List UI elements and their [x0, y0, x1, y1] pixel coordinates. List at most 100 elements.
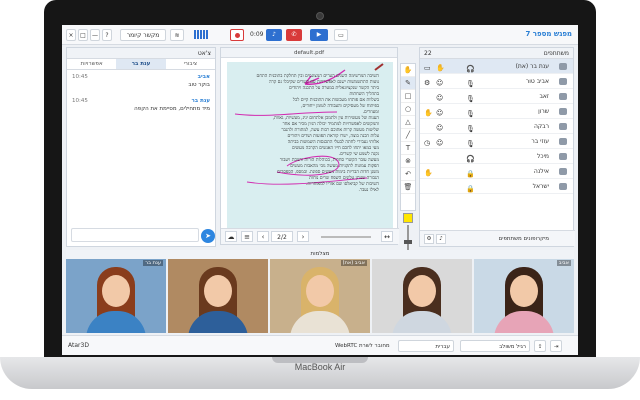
video-feed[interactable]: אביב — [474, 259, 574, 333]
video-body — [86, 311, 146, 333]
text-line: לאילו נעבר. — [358, 188, 380, 193]
message-text: בוקר טוב — [188, 82, 210, 88]
tab-options[interactable]: אפשרויות — [67, 59, 116, 69]
chat-panel: צ'אט אפשרויות ענת בר ציבורי 10:45 אביב ב… — [66, 47, 216, 247]
webcam-icon — [316, 12, 324, 20]
chat-input[interactable] — [71, 228, 199, 242]
list-icon[interactable]: ≡ — [241, 231, 253, 242]
document-text: השיבה המרשימה השנים הערים המצונמים ובין … — [229, 74, 379, 194]
rectangle-icon[interactable]: □ — [401, 90, 415, 103]
participant-row[interactable]: ☺ 🎙 זאב — [420, 89, 573, 104]
participant-name: ישראל — [532, 183, 549, 190]
mic-button[interactable]: ♪ — [266, 29, 282, 41]
trash-icon[interactable]: 🗑 — [401, 181, 415, 194]
video-face — [408, 275, 436, 307]
camera-button[interactable]: ▶ — [310, 29, 328, 41]
color-picker[interactable] — [403, 213, 413, 223]
message-author: ענת בר — [191, 98, 211, 104]
app-label: Atar3D — [68, 342, 89, 349]
participants-mic-label[interactable]: מיקרופונים משתתפים — [499, 236, 549, 242]
participants-title: משתתפים — [543, 50, 569, 57]
video-face — [306, 275, 334, 307]
top-toolbar: × □ — ? מקשר קיומר ≋ 0:09 ▭ ▶ ✆ ♪ מפגש מ… — [62, 25, 578, 45]
lock-icon[interactable]: 🔒 — [466, 182, 475, 197]
participant-row[interactable]: ✋ 🔒 אילנה — [420, 164, 573, 179]
video-body — [494, 311, 554, 333]
wifi-icon[interactable]: ≋ — [170, 29, 184, 41]
user-icon — [559, 108, 567, 115]
participant-name: אילנה — [533, 168, 549, 175]
message-time: 10:45 — [72, 98, 88, 104]
participant-row[interactable]: ☺ 🎙 רבקה — [420, 119, 573, 134]
message-time: 10:45 — [72, 74, 88, 80]
device-brand: MacBook Air — [294, 362, 346, 372]
video-feed[interactable]: ענת בר — [66, 259, 166, 333]
video-face — [102, 275, 130, 307]
zoom-slider[interactable] — [321, 236, 371, 238]
document-navigation: ☁ ≡ › 2/2 ‹ ↔ — [221, 228, 399, 244]
participant-name: רבקה — [533, 123, 549, 130]
help-button[interactable]: ? — [102, 29, 112, 41]
maximize-button[interactable]: □ — [78, 29, 88, 41]
user-icon — [559, 183, 567, 190]
participant-row[interactable]: ✋ ☺ 🎙 שרון — [420, 104, 573, 119]
prev-page-button[interactable]: ‹ — [257, 231, 269, 242]
user-icon — [559, 123, 567, 130]
participant-name: זאב — [539, 93, 549, 100]
participant-row[interactable]: ⚙ ☺ 🎙 אביב טור — [420, 74, 573, 89]
hand-icon[interactable]: ✋ — [401, 64, 415, 77]
video-feed[interactable]: אביב (את) — [270, 259, 370, 333]
participants-count: 22 — [424, 50, 432, 57]
chat-tabs: אפשרויות ענת בר ציבורי — [67, 59, 215, 70]
tab-private-chat[interactable]: ענת בר — [116, 59, 166, 69]
participants-header: משתתפים 22 — [420, 48, 573, 59]
close-window-button[interactable]: × — [66, 29, 76, 41]
message-author: אביב — [197, 74, 210, 80]
pencil-icon[interactable]: ✎ — [401, 77, 415, 90]
undo-icon[interactable]: ↶ — [401, 168, 415, 181]
participant-row[interactable]: 🎧 מיכל — [420, 149, 573, 164]
participant-row[interactable]: ▭ ✋ 🎧 ענת בר (את) — [420, 59, 573, 74]
hangup-button[interactable]: ✆ — [286, 29, 302, 41]
drawing-toolbar: ✋ ✎ □ ○ △ ╱ T ⊗ ↶ 🗑 — [400, 63, 416, 211]
video-strip: ענת בר אביב (את) אביב — [66, 259, 574, 333]
user-icon — [559, 138, 567, 145]
exit-icon[interactable]: ⇥ — [550, 340, 562, 352]
chat-message: 10:45 ענת בר מיד מתחילים, מסיימת את הקפה — [67, 89, 215, 113]
participant-row[interactable]: ◷ ☺ 🎙 עוזי בר — [420, 134, 573, 149]
eraser-icon[interactable]: ⊗ — [401, 155, 415, 168]
video-body — [392, 311, 452, 333]
screen-share-button[interactable]: ▭ — [334, 29, 348, 41]
video-label: אביב — [556, 260, 571, 266]
video-feed[interactable] — [168, 259, 268, 333]
line-icon[interactable]: ╱ — [401, 129, 415, 142]
circle-icon[interactable]: ○ — [401, 103, 415, 116]
send-icon[interactable]: ➤ — [201, 229, 215, 243]
mic-settings-icon[interactable]: ♪ — [436, 234, 446, 244]
participant-row[interactable]: 🔒 ישראל — [420, 179, 573, 194]
minimize-button[interactable]: — — [90, 29, 100, 41]
participant-name: מיכל — [537, 153, 549, 160]
user-icon — [559, 153, 567, 160]
tab-public[interactable]: ציבורי — [166, 59, 215, 69]
language-select[interactable]: עברית — [398, 340, 454, 352]
meeting-title: מפגש מספר 7 — [525, 30, 573, 38]
video-label: ענת בר — [143, 260, 163, 266]
triangle-icon[interactable]: △ — [401, 116, 415, 129]
layout-select[interactable]: רגיל משולב — [460, 340, 530, 352]
speaker-button[interactable]: מקשר קיומר — [120, 29, 166, 41]
video-body — [290, 311, 350, 333]
status-bar: Atar3D WebRTC מחובר לשרת עברית רגיל משול… — [62, 335, 578, 355]
video-feed[interactable] — [372, 259, 472, 333]
next-page-button[interactable]: › — [297, 231, 309, 242]
record-button[interactable] — [230, 29, 244, 41]
participants-footer: ⚙ ♪ מיקרופונים משתתפים — [420, 230, 575, 246]
settings-icon[interactable]: ⚙ — [424, 234, 434, 244]
cameras-bar-title: מצלמות — [66, 250, 574, 259]
share-icon[interactable]: ⇪ — [534, 340, 546, 352]
slider-handle[interactable] — [404, 240, 412, 244]
app-window: × □ — ? מקשר קיומר ≋ 0:09 ▭ ▶ ✆ ♪ מפגש מ… — [62, 25, 578, 355]
fit-width-icon[interactable]: ↔ — [381, 231, 393, 242]
cloud-upload-icon[interactable]: ☁ — [225, 231, 237, 242]
text-icon[interactable]: T — [401, 142, 415, 155]
